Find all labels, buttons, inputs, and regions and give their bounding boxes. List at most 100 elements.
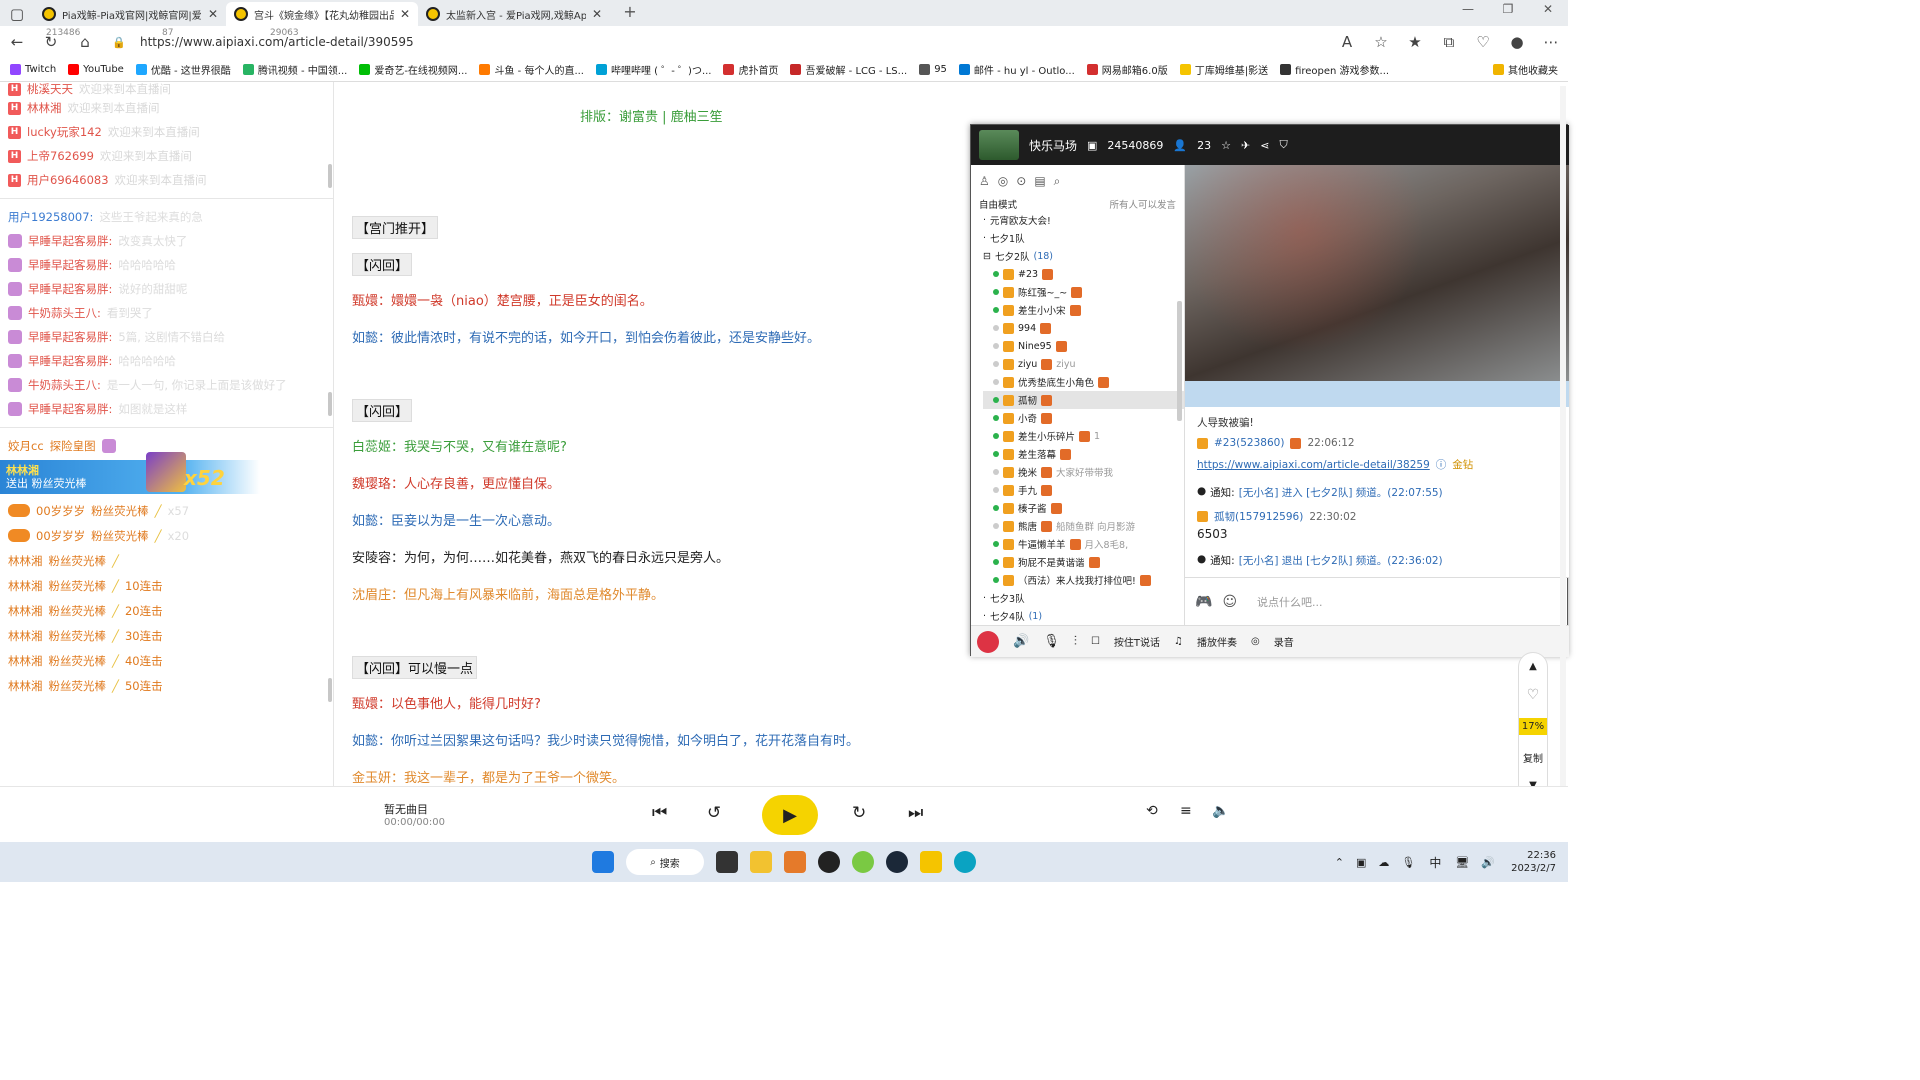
extensions-icon[interactable]: ♡ bbox=[1466, 33, 1500, 51]
member-item[interactable]: 994 bbox=[983, 319, 1184, 337]
mixer-icon[interactable]: ⫶ bbox=[1074, 634, 1077, 649]
bookmark-item[interactable]: Twitch bbox=[10, 64, 56, 75]
new-tab-button[interactable]: + bbox=[610, 2, 650, 26]
star-icon[interactable]: ☆ bbox=[1221, 139, 1231, 152]
like-icon[interactable]: ♡ bbox=[1527, 687, 1540, 703]
collections-icon[interactable]: ⧉ bbox=[1432, 33, 1466, 51]
member-item[interactable]: 牛逼懒羊羊 月入8毛8, bbox=[983, 535, 1184, 553]
chat-user[interactable]: 林林湘 bbox=[8, 578, 43, 594]
gamepad-icon[interactable]: 🎮 bbox=[1195, 594, 1212, 610]
forward-15-icon[interactable]: ↻ bbox=[852, 803, 866, 823]
bookmark-item[interactable]: 吾爱破解 - LCG - LS... bbox=[790, 62, 907, 77]
chat-user[interactable]: 林林湘 bbox=[8, 678, 43, 694]
channel-item[interactable]: · 七夕1队 bbox=[983, 229, 1184, 247]
back-icon[interactable]: ← bbox=[0, 33, 34, 51]
member-item[interactable]: 挽米 大家好带带我 bbox=[983, 463, 1184, 481]
bookmark-item[interactable]: 斗鱼 - 每个人的直... bbox=[479, 62, 584, 77]
page-scrollbar[interactable] bbox=[1560, 86, 1566, 786]
ptt-checkbox[interactable]: ☐ bbox=[1091, 636, 1100, 647]
chat-user[interactable]: #23(523860) bbox=[1214, 437, 1284, 449]
read-aloud-icon[interactable]: A bbox=[1330, 33, 1364, 51]
tab-3[interactable]: 太监新入宫 - 爱Pia戏网,戏鲸App ✕ bbox=[418, 2, 610, 26]
close-window-icon[interactable]: ✕ bbox=[1528, 2, 1568, 26]
chat-link[interactable]: https://www.aipiaxi.com/article-detail/3… bbox=[1197, 459, 1430, 471]
add-favorite-icon[interactable]: ☆ bbox=[1364, 33, 1398, 51]
chat-user[interactable]: 早睡早起客易胖: bbox=[28, 233, 112, 249]
member-item[interactable]: 楱子酱 bbox=[983, 499, 1184, 517]
chat-user[interactable]: 早睡早起客易胖: bbox=[28, 281, 112, 297]
channel-item[interactable]: · 七夕3队 bbox=[983, 589, 1184, 607]
chat-user[interactable]: 00岁岁岁 bbox=[36, 528, 85, 544]
chat-user[interactable]: 牛奶蒜头王八: bbox=[28, 305, 101, 321]
bookmark-item[interactable]: 腾讯视频 - 中国领... bbox=[242, 62, 347, 77]
music-icon[interactable]: ♫ bbox=[1174, 636, 1183, 647]
volume-tray-icon[interactable]: 🔊 bbox=[1481, 856, 1495, 869]
next-icon[interactable]: ⏭ bbox=[908, 803, 923, 823]
app-icon[interactable] bbox=[852, 851, 874, 873]
bookmark-item[interactable]: 优酷 - 这世界很酷 bbox=[135, 62, 231, 77]
bookmark-item[interactable]: 丁库姆维基|影送 bbox=[1179, 62, 1268, 77]
taskbar-search[interactable]: ⌕ 搜索 bbox=[626, 849, 704, 875]
clock-date[interactable]: 2023/2/7 bbox=[1511, 862, 1556, 875]
bookmark-item[interactable]: 哔哩哔哩 ( ゜- ゜)つ... bbox=[596, 62, 711, 77]
plane-icon[interactable]: ✈ bbox=[1241, 139, 1250, 152]
scroll-up-icon[interactable]: ▲ bbox=[1529, 661, 1537, 672]
volume-icon[interactable]: 🔈 bbox=[1212, 803, 1229, 819]
tree-scrollbar[interactable] bbox=[1177, 301, 1182, 421]
share-icon[interactable]: ⋖ bbox=[1260, 139, 1269, 152]
chat-user[interactable]: 林林湘 bbox=[8, 628, 43, 644]
tab-1[interactable]: Pia戏鲸-Pia戏官网|戏鲸官网|爱Pi ✕ bbox=[34, 2, 226, 26]
rewind-15-icon[interactable]: ↺ bbox=[707, 803, 721, 823]
chat-scrollbar[interactable] bbox=[328, 392, 332, 416]
bookmark-item[interactable]: 虎扑首页 bbox=[723, 62, 778, 77]
chat-user[interactable]: 上帝762699 bbox=[27, 148, 94, 164]
shield-icon[interactable]: ⛉ bbox=[1279, 138, 1287, 152]
member-item[interactable]: 优秀垫底生小角色 bbox=[983, 373, 1184, 391]
member-item[interactable]: 孤韧 bbox=[983, 391, 1184, 409]
bookmark-item[interactable]: YouTube bbox=[68, 64, 124, 75]
record-label[interactable]: 录音 bbox=[1274, 634, 1294, 649]
chat-user[interactable]: 桃溪天天 bbox=[27, 82, 73, 96]
accompany-label[interactable]: 播放伴奏 bbox=[1197, 634, 1237, 649]
member-item[interactable]: 狗屁不是黄谐谐 bbox=[983, 553, 1184, 571]
expand-icon[interactable]: · bbox=[983, 215, 986, 226]
channel-item[interactable]: · 七夕4队 (1) bbox=[983, 607, 1184, 625]
ime-indicator[interactable]: 中 bbox=[1429, 854, 1441, 871]
member-item[interactable]: 差生落幕 bbox=[983, 445, 1184, 463]
mic-tray-icon[interactable]: 🎙 bbox=[1401, 856, 1415, 869]
member-item[interactable]: 差生小乐碎片 1 bbox=[983, 427, 1184, 445]
record-icon[interactable]: ◎ bbox=[1251, 636, 1260, 647]
copy-button[interactable]: 复制 bbox=[1523, 750, 1543, 765]
tray-chevron-icon[interactable]: ⌃ bbox=[1335, 856, 1344, 869]
chat-user[interactable]: 林林湘 bbox=[8, 553, 43, 569]
clock-time[interactable]: 22:36 bbox=[1511, 849, 1556, 862]
member-item[interactable]: ziyu ziyu bbox=[983, 355, 1184, 373]
windows-start-icon[interactable] bbox=[592, 851, 614, 873]
member-item[interactable]: #23 bbox=[983, 265, 1184, 283]
expand-icon[interactable]: · bbox=[983, 233, 986, 244]
task-view-icon[interactable] bbox=[716, 851, 738, 873]
expand-icon[interactable]: · bbox=[983, 593, 986, 604]
headset-icon[interactable]: ◎ bbox=[998, 174, 1008, 188]
tab-close-icon[interactable]: ✕ bbox=[592, 7, 602, 21]
bookmark-item[interactable]: 邮件 - hu yl - Outlo... bbox=[958, 62, 1075, 77]
app-icon[interactable] bbox=[818, 851, 840, 873]
mic-icon[interactable]: 🎙 bbox=[1043, 634, 1060, 649]
app-icon[interactable] bbox=[784, 851, 806, 873]
user-icon[interactable]: ♙ bbox=[979, 174, 990, 188]
network-icon[interactable]: 🖥 bbox=[1455, 856, 1469, 869]
search-icon[interactable]: ⌕ bbox=[1054, 174, 1061, 189]
play-button[interactable]: ▶ bbox=[762, 795, 818, 835]
tab-close-icon[interactable]: ✕ bbox=[400, 7, 410, 21]
tab-2[interactable]: 宫斗《婉金缘》【花丸幼稚园出品】 ✕ bbox=[226, 2, 418, 26]
chat-user[interactable]: 林林湘 bbox=[27, 100, 62, 116]
member-item[interactable]: （西法）来人找我打排位吧! bbox=[983, 571, 1184, 589]
tray-icon[interactable]: ▣ bbox=[1356, 856, 1366, 869]
chat-user[interactable]: 林林湘 bbox=[8, 653, 43, 669]
expand-open-icon[interactable]: ⊟ bbox=[983, 251, 991, 262]
chat-user[interactable]: 牛奶蒜头王八: bbox=[28, 377, 101, 393]
file-explorer-icon[interactable] bbox=[750, 851, 772, 873]
chat-scrollbar[interactable] bbox=[328, 164, 332, 188]
more-icon[interactable]: ⋯ bbox=[1534, 33, 1568, 51]
bookmark-item[interactable]: 95 bbox=[919, 64, 947, 75]
